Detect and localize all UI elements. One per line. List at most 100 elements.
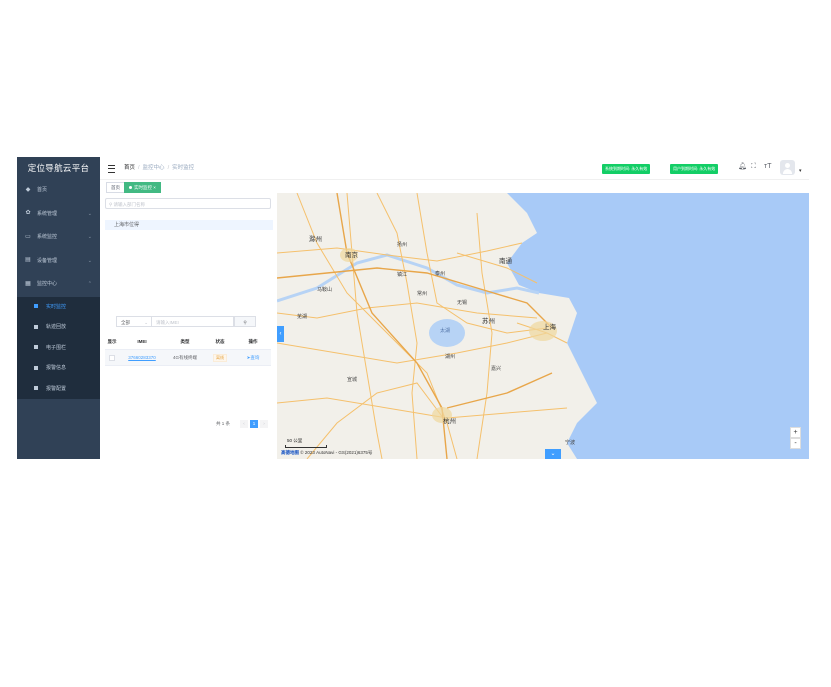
avatar[interactable]: [780, 160, 795, 175]
fullscreen-icon[interactable]: ⛶: [751, 163, 756, 171]
chevron-down-icon: ⌄: [87, 234, 92, 240]
map-label-taihu: 太湖: [440, 328, 451, 334]
search-button[interactable]: ⚲: [234, 316, 256, 327]
chevron-down-icon: ⌄: [144, 320, 148, 325]
menu-item-device[interactable]: ▤ 设备管理 ⌄: [17, 250, 100, 274]
map-label-chuzhou: 滁州: [309, 236, 322, 243]
chevron-down-icon: ⌄: [87, 210, 92, 217]
bell-icon[interactable]: 🔔︎: [738, 163, 747, 171]
submenu-item-alarm-info[interactable]: 报警信息: [17, 358, 100, 379]
map-scale-label: 50 公里: [287, 438, 303, 443]
panel-collapse-button[interactable]: ‹: [277, 326, 284, 342]
table-row[interactable]: 37660283370 4G有线终端 离线 ➤查询: [105, 350, 271, 366]
status-select[interactable]: 全部 ⌄: [116, 316, 152, 327]
map-label-hangzhou: 杭州: [443, 418, 456, 425]
alarm-icon: [34, 365, 38, 370]
hamburger-icon[interactable]: [108, 165, 115, 173]
menu-label: 设备管理: [37, 257, 58, 264]
app-window: 定位导航云平台 ◆ 首页 ✿ 系统管理 ⌄ ▭ 系统监控 ⌄ ▤ 设备管理 ⌄ ▦ 监控中…: [17, 157, 809, 459]
submenu-item-alarm-config[interactable]: 报警配置: [17, 379, 100, 400]
menu-item-home[interactable]: ◆ 首页: [17, 179, 100, 203]
menu-label: 系统管理: [37, 210, 58, 217]
search-icon: ⚲: [243, 320, 247, 325]
imei-search-input[interactable]: 请输入IMEI: [152, 316, 234, 327]
navbar: 首页 / 监控中心 / 实时监控 系统到期时间: 永久有效 用户到期时间: 永久有效 🔔…: [100, 157, 809, 180]
device-table: 显示 IMEI 类型 状态 操作 37660283370 4G有线终端 离线 ➤…: [105, 334, 271, 366]
submenu-monitor-center: 实时监控 轨迹回放 电子围栏 报警信息 报警配置: [17, 296, 100, 400]
submenu-label: 实时监控: [46, 303, 67, 310]
chevron-down-icon: ⌄: [87, 257, 92, 264]
col-header-show: 显示: [107, 339, 117, 344]
map-label-suzhou: 苏州: [482, 318, 495, 325]
submenu-item-track[interactable]: 轨迹回放: [17, 317, 100, 338]
show-checkbox[interactable]: [109, 354, 115, 361]
status-badge: 离线: [213, 354, 227, 362]
tag-realtime[interactable]: 实时监控 ×: [124, 182, 161, 193]
imei-placeholder: 请输入IMEI: [156, 320, 179, 325]
status-select-value: 全部: [121, 320, 130, 325]
menu-item-monitor[interactable]: ▭ 系统监控 ⌄: [17, 226, 100, 250]
submenu-label: 报警信息: [46, 365, 67, 371]
submenu-label: 报警配置: [46, 385, 67, 392]
zoom-out-button[interactable]: -: [790, 438, 801, 449]
submenu-label: 电子围栏: [46, 344, 67, 351]
monitor-icon: ▭: [25, 233, 31, 240]
imei-link[interactable]: 37660283370: [128, 355, 156, 360]
submenu-label: 轨迹回放: [46, 324, 67, 330]
dept-search-input[interactable]: ⚲ 请输入部门名称: [105, 198, 271, 209]
breadcrumb-section[interactable]: 监控中心: [143, 165, 165, 171]
grid-icon: ▦: [25, 280, 31, 287]
zoom-in-button[interactable]: +: [790, 427, 801, 438]
pager-page-1[interactable]: 1: [250, 420, 258, 428]
sidebar: 定位导航云平台 ◆ 首页 ✿ 系统管理 ⌄ ▭ 系统监控 ⌄ ▤ 设备管理 ⌄ ▦ 监控中…: [17, 157, 100, 459]
map-view[interactable]: 滁州 马鞍山 南京 扬州 泰州 南通 常州 无锡 苏州 上海 湖州 嘉兴 杭州 …: [277, 193, 809, 459]
submenu-item-realtime[interactable]: 实时监控: [17, 297, 100, 318]
map-label-yangzhou: 扬州: [397, 242, 408, 248]
cell-action: ➤查询: [235, 350, 271, 365]
device-panel: ⚲ 请输入部门名称 上海市位得 全部 ⌄ 请输入IMEI ⚲ 显示 IMEI 类型…: [100, 193, 278, 459]
tags-view: 首页 实时监控 ×: [100, 180, 809, 194]
pager-next-button[interactable]: ›: [260, 420, 268, 428]
realtime-icon: [34, 304, 38, 309]
font-size-icon[interactable]: ᴛT: [764, 163, 771, 171]
col-header-status: 状态: [215, 339, 225, 344]
map-label-ningbo: 宁波: [565, 440, 576, 446]
col-header-action: 操作: [248, 339, 258, 344]
cell-show: [105, 350, 119, 365]
chevron-left-icon: ‹: [279, 331, 282, 337]
map-label-wuhu: 芜湖: [297, 314, 308, 320]
map-scale-bar: [285, 445, 327, 448]
tag-home[interactable]: 首页: [106, 182, 125, 193]
map-label-nantong: 南通: [499, 258, 512, 265]
tag-label: 首页: [111, 185, 120, 190]
query-label: 查询: [250, 355, 260, 360]
tag-label: 实时监控: [134, 185, 152, 190]
track-icon: [34, 324, 38, 329]
map-toolbar-toggle[interactable]: ⌄: [545, 449, 561, 459]
menu-item-monitor-center[interactable]: ▦ 监控中心 ⌃: [17, 273, 100, 297]
map-label-changzhou: 常州: [417, 291, 428, 297]
copyright-text: © 2023 AutoNavi - GS(2021)6375号: [300, 450, 373, 455]
user-expiry-button[interactable]: 用户到期时间: 永久有效: [670, 164, 719, 174]
map-label-maanshan: 马鞍山: [317, 287, 333, 293]
dept-tree-node[interactable]: 上海市位得: [105, 220, 273, 230]
pager-prev-button[interactable]: ‹: [240, 420, 248, 428]
map-label-nanjing: 南京: [345, 252, 358, 259]
breadcrumb-home[interactable]: 首页: [124, 165, 135, 171]
query-button[interactable]: ➤查询: [247, 355, 260, 360]
fence-icon: [34, 345, 38, 350]
cell-imei: 37660283370: [119, 350, 165, 365]
pager-total: 共 1 条: [216, 421, 231, 426]
menu-item-system[interactable]: ✿ 系统管理 ⌄: [17, 203, 100, 227]
menu-label: 首页: [37, 187, 48, 193]
tag-close-icon[interactable]: ×: [153, 185, 156, 190]
map-label-jiaxing: 嘉兴: [491, 366, 502, 372]
caret-down-icon[interactable]: ▾: [799, 168, 802, 174]
system-expiry-button[interactable]: 系统到期时间: 永久有效: [602, 164, 651, 174]
submenu-item-fence[interactable]: 电子围栏: [17, 338, 100, 359]
breadcrumb-current: 实时监控: [172, 165, 195, 171]
col-header-imei: IMEI: [137, 339, 147, 344]
menu-label: 系统监控: [37, 234, 58, 240]
avatar-body: [783, 169, 792, 174]
chevron-left-icon: ‹: [243, 421, 245, 426]
